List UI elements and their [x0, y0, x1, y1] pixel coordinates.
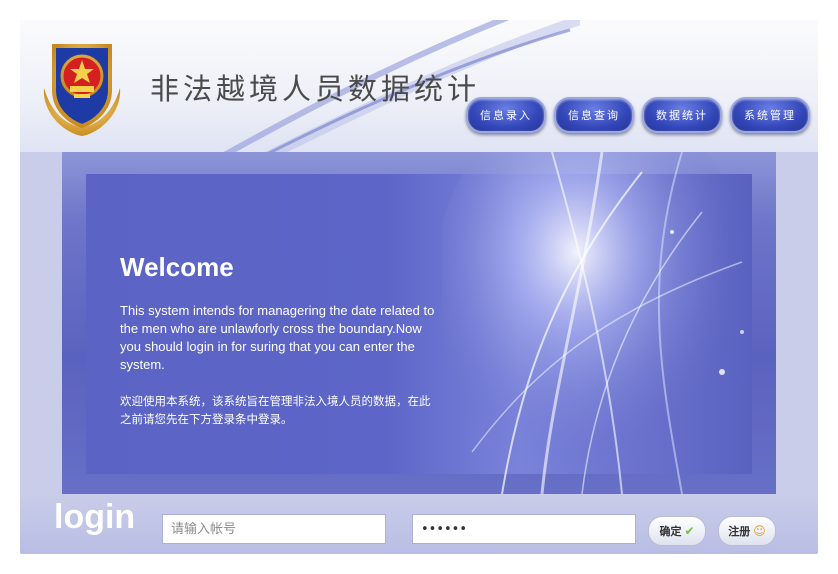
nav-info-query-button[interactable]: 信息查询: [554, 97, 634, 133]
top-nav: 信息录入 信息查询 数据统计 系统管理: [466, 97, 810, 133]
welcome-panel: Welcome This system intends for manageri…: [62, 152, 776, 494]
welcome-description-en: This system intends for managering the d…: [120, 303, 435, 372]
welcome-title: Welcome: [120, 252, 234, 282]
app-frame: 非法越境人员数据统计 信息录入 信息查询 数据统计 系统管理 Welcome T…: [20, 20, 818, 554]
police-emblem-icon: [43, 44, 121, 136]
confirm-button[interactable]: 确定 ✔: [648, 516, 706, 546]
welcome-description-cn: 欢迎使用本系统，该系统旨在管理非法入境人员的数据，在此之前请您先在下方登录条中登…: [120, 394, 431, 426]
register-button[interactable]: 注册 ☺: [718, 516, 776, 546]
nav-system-admin-button[interactable]: 系统管理: [730, 97, 810, 133]
register-label: 注册: [728, 525, 751, 538]
user-icon: ☺: [753, 524, 766, 538]
login-bar: login 确定 ✔ 注册 ☺: [20, 494, 818, 554]
password-input[interactable]: [412, 514, 636, 544]
check-icon: ✔: [684, 524, 695, 538]
app-title: 非法越境人员数据统计: [150, 72, 481, 106]
nav-info-entry-button[interactable]: 信息录入: [466, 97, 546, 133]
confirm-label: 确定: [659, 525, 682, 538]
account-input[interactable]: [162, 514, 386, 544]
login-label: login: [54, 498, 136, 536]
header: 非法越境人员数据统计 信息录入 信息查询 数据统计 系统管理: [20, 20, 818, 152]
nav-data-stats-button[interactable]: 数据统计: [642, 97, 722, 133]
